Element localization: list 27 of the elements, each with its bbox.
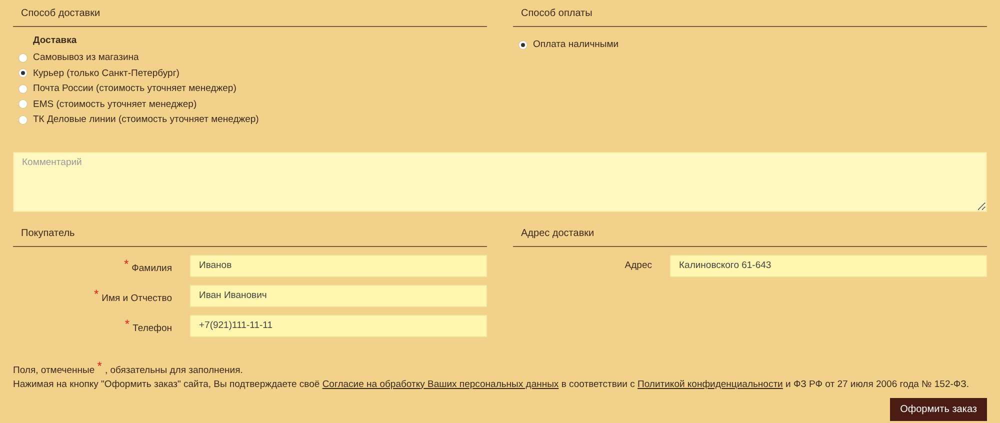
policy-link[interactable]: Политикой конфиденциальности	[638, 378, 783, 390]
submit-button[interactable]: Оформить заказ	[890, 398, 987, 420]
radio-option[interactable]: EMS (стоимость уточняет менеджер)	[13, 96, 487, 112]
consent-text: Нажимая на кнопку "Оформить заказ" сайта, Вы подтверждаете своё Согласие на обработку Ваших персональных данных в соответствии с Политикой конфиденциальности и ФЗ РФ от 27 июля 2006 года № 152-ФЗ.	[13, 378, 970, 392]
radio-button[interactable]	[519, 40, 527, 49]
radio-button[interactable]	[19, 84, 27, 93]
comment-field[interactable]: Комментарий	[13, 152, 987, 212]
input-field[interactable]: +7(921)111-11-11	[190, 314, 487, 336]
radio-button[interactable]	[19, 54, 27, 62]
radio-button[interactable]	[19, 69, 27, 78]
field-label: Адрес	[624, 260, 653, 271]
radio-option[interactable]: Почта России (стоимость уточняет менеджер)	[13, 81, 487, 96]
section-title: Покупатель	[21, 228, 75, 238]
group-label: Доставка	[32, 34, 78, 48]
section-title: Способ доставки	[21, 8, 100, 19]
radio-button[interactable]	[19, 116, 27, 124]
radio-option[interactable]: Оплата наличными	[513, 37, 987, 52]
input-field[interactable]: Иванов	[190, 254, 487, 276]
policy-link[interactable]: Согласие на обработку Ваших персональных данных	[322, 378, 559, 390]
section-title: Способ оплаты	[521, 8, 592, 19]
input-field[interactable]: Калиновского 61-643	[670, 254, 987, 276]
input-field[interactable]: Иван Иванович	[190, 284, 487, 306]
radio-option[interactable]: Курьер (только Санкт-Петербург)	[13, 66, 487, 81]
section-title: Адрес доставки	[521, 228, 594, 238]
radio-option[interactable]: ТК Деловые линии (стоимость уточняет менеджер)	[13, 112, 487, 128]
radio-option[interactable]: Самовывоз из магазина	[13, 50, 487, 66]
radio-button[interactable]	[19, 100, 27, 108]
